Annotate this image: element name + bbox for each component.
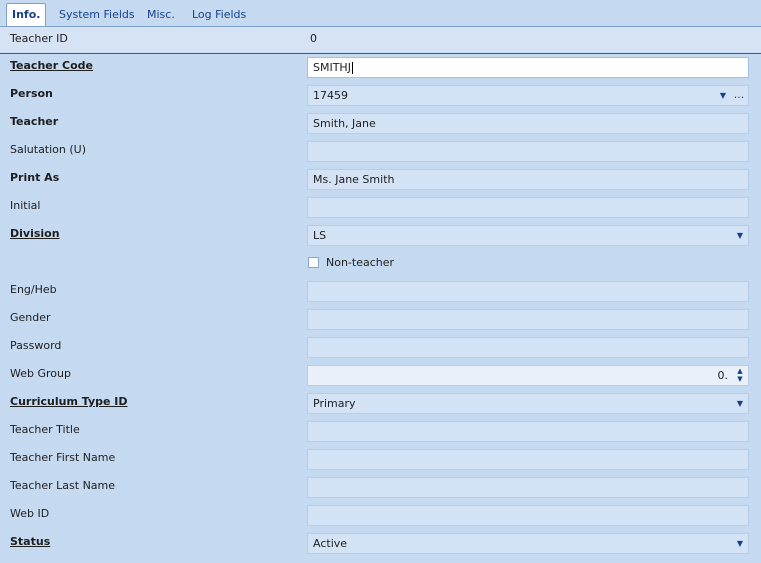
web-group-value: 0. [717, 369, 729, 382]
status-select[interactable]: Active ▼ [307, 533, 749, 554]
teacher-field[interactable]: Smith, Jane [307, 113, 749, 134]
teacher-title-label: Teacher Title [10, 423, 80, 436]
teacher-id-value: 0 [310, 32, 317, 45]
chevron-down-icon[interactable]: ▼ [732, 226, 748, 245]
chevron-down-icon[interactable]: ▼ [732, 394, 748, 413]
print-as-field[interactable]: Ms. Jane Smith [307, 169, 749, 190]
gender-label: Gender [10, 311, 51, 324]
non-teacher-label[interactable]: Non-teacher [326, 256, 394, 269]
salutation-label: Salutation (U) [10, 143, 87, 156]
teacher-first-name-field[interactable] [307, 449, 749, 470]
teacher-code-label: Teacher Code [10, 59, 93, 72]
teacher-code-input[interactable]: SMITHJ [307, 57, 749, 78]
web-id-label: Web ID [10, 507, 50, 520]
spin-down-icon[interactable]: ▼ [737, 375, 742, 383]
curriculum-type-label: Curriculum Type ID [10, 395, 128, 408]
web-group-spinner[interactable]: 0. ▲ ▼ [307, 365, 749, 386]
teacher-last-name-field[interactable] [307, 477, 749, 498]
teacher-last-name-label: Teacher Last Name [10, 479, 116, 492]
tab-info[interactable]: Info. [6, 3, 47, 26]
person-combo[interactable]: 17459 ▼ ... [307, 85, 749, 106]
web-group-label: Web Group [10, 367, 71, 380]
chevron-down-icon[interactable]: ▼ [732, 534, 748, 553]
ellipsis-button[interactable]: ... [732, 86, 746, 105]
person-value: 17459 [313, 89, 348, 102]
status-label: Status [10, 535, 51, 548]
spin-buttons[interactable]: ▲ ▼ [734, 367, 746, 384]
text-caret [351, 62, 353, 74]
teacher-id-row: Teacher ID 0 [0, 27, 761, 52]
teacher-label: Teacher [10, 115, 59, 128]
division-select[interactable]: LS ▼ [307, 225, 749, 246]
initial-field[interactable] [307, 197, 749, 218]
spin-up-icon[interactable]: ▲ [737, 367, 742, 375]
teacher-id-label: Teacher ID [10, 32, 68, 45]
chevron-down-icon[interactable]: ▼ [716, 86, 730, 105]
division-label: Division [10, 227, 60, 240]
gender-field[interactable] [307, 309, 749, 330]
tab-misc[interactable]: Misc. [143, 6, 179, 24]
web-id-field[interactable] [307, 505, 749, 526]
tab-bar: Info. System Fields Misc. Log Fields [0, 0, 761, 27]
tab-system-fields[interactable]: System Fields [55, 6, 139, 24]
tab-log-fields[interactable]: Log Fields [188, 6, 250, 24]
eng-heb-label: Eng/Heb [10, 283, 57, 296]
person-label: Person [10, 87, 53, 100]
curriculum-type-select[interactable]: Primary ▼ [307, 393, 749, 414]
curriculum-type-value: Primary [313, 397, 356, 410]
password-field[interactable] [307, 337, 749, 358]
teacher-title-field[interactable] [307, 421, 749, 442]
initial-label: Initial [10, 199, 41, 212]
teacher-code-value: SMITHJ [313, 61, 351, 74]
teacher-first-name-label: Teacher First Name [10, 451, 116, 464]
division-value: LS [313, 229, 327, 242]
header-separator [0, 53, 761, 54]
salutation-field[interactable] [307, 141, 749, 162]
non-teacher-checkbox[interactable] [308, 257, 319, 268]
password-label: Password [10, 339, 62, 352]
eng-heb-field[interactable] [307, 281, 749, 302]
status-value: Active [313, 537, 348, 550]
print-as-label: Print As [10, 171, 60, 184]
